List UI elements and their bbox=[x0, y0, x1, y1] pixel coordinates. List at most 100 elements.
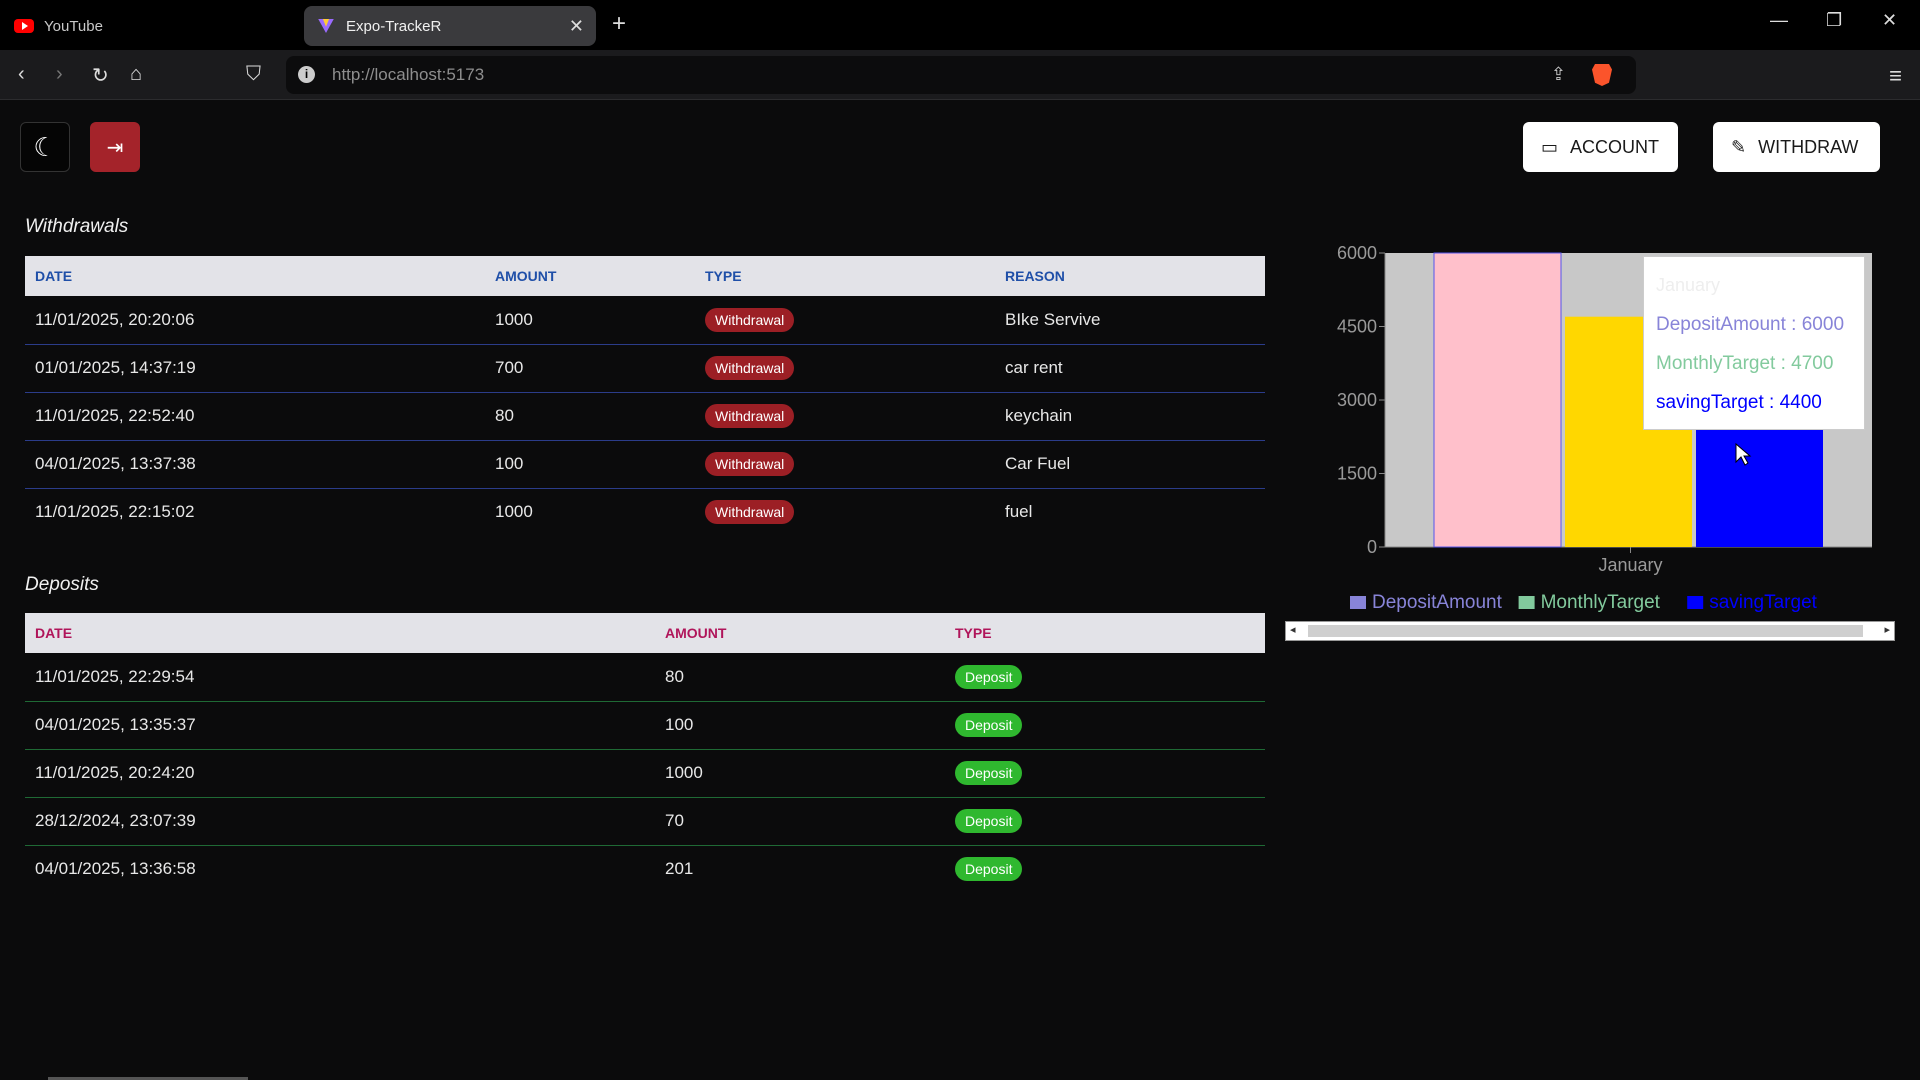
table-row: 04/01/2025, 13:35:37 100 Deposit bbox=[25, 701, 1265, 749]
withdrawal-badge: Withdrawal bbox=[705, 356, 795, 380]
share-icon[interactable]: ⇪ bbox=[1551, 64, 1566, 85]
tab-expo-tracker[interactable]: Expo-TrackeR ✕ bbox=[304, 6, 596, 46]
site-info-icon[interactable]: i bbox=[298, 66, 315, 83]
amount-cell: 100 bbox=[665, 715, 694, 734]
date-cell: 01/01/2025, 14:37:19 bbox=[35, 358, 196, 377]
amount-cell: 100 bbox=[495, 454, 524, 473]
withdrawal-badge: Withdrawal bbox=[705, 404, 795, 428]
table-header-row: DATE AMOUNT TYPE REASON bbox=[25, 256, 1265, 296]
chart-horizontal-scrollbar[interactable]: ◂ ▸ bbox=[1285, 621, 1895, 641]
brave-shields-icon[interactable] bbox=[1592, 64, 1612, 86]
tab-youtube[interactable]: YouTube bbox=[14, 6, 294, 46]
deposit-badge: Deposit bbox=[955, 857, 1023, 882]
date-cell: 11/01/2025, 22:15:02 bbox=[35, 502, 195, 522]
amount-cell: 1000 bbox=[495, 502, 533, 522]
tooltip-monthly: MonthlyTarget : 4700 bbox=[1656, 353, 1834, 374]
scroll-right-icon[interactable]: ▸ bbox=[1884, 623, 1890, 636]
reload-icon[interactable]: ↻ bbox=[92, 63, 109, 88]
withdrawal-badge: Withdrawal bbox=[705, 452, 795, 476]
date-cell: 11/01/2025, 20:20:06 bbox=[35, 309, 195, 329]
column-header: AMOUNT bbox=[495, 268, 557, 284]
tab-title: Expo-TrackeR bbox=[346, 17, 442, 35]
legend-label: savingTarget bbox=[1709, 592, 1817, 613]
column-header: DATE bbox=[35, 625, 73, 641]
table-header-row: DATE AMOUNT TYPE bbox=[25, 613, 1265, 653]
account-button[interactable]: ▭ ACCOUNT bbox=[1523, 122, 1678, 172]
legend-label: MonthlyTarget bbox=[1541, 592, 1661, 613]
youtube-icon bbox=[14, 19, 34, 33]
legend-swatch bbox=[1687, 596, 1704, 609]
date-cell: 04/01/2025, 13:35:37 bbox=[35, 715, 196, 734]
amount-cell: 700 bbox=[495, 358, 524, 377]
reason-cell: Car Fuel bbox=[1005, 454, 1071, 473]
deposit-badge: Deposit bbox=[955, 809, 1023, 833]
tab-title: YouTube bbox=[44, 17, 103, 35]
logout-icon: ⇥ bbox=[106, 136, 124, 159]
column-header: TYPE bbox=[955, 625, 992, 641]
address-bar[interactable]: i http://localhost:5173 ⇪ bbox=[286, 56, 1636, 94]
amount-cell: 201 bbox=[665, 859, 694, 879]
minimize-icon[interactable]: — bbox=[1770, 10, 1788, 31]
legend-swatch bbox=[1518, 596, 1535, 609]
deposits-table: DATE AMOUNT TYPE 11/01/2025, 22:29:54 80… bbox=[25, 613, 1265, 893]
bar-DepositAmount bbox=[1433, 252, 1562, 548]
type-cell: Withdrawal bbox=[695, 392, 995, 440]
table-row: 11/01/2025, 22:15:02 1000 Withdrawal fue… bbox=[25, 488, 1265, 536]
table-row: 11/01/2025, 20:20:06 1000 Withdrawal BIk… bbox=[25, 296, 1265, 344]
date-cell: 28/12/2024, 23:07:39 bbox=[35, 811, 196, 830]
logout-button[interactable]: ⇥ bbox=[90, 122, 140, 172]
tooltip-deposit: DepositAmount : 6000 bbox=[1656, 314, 1845, 335]
y-tick-label: 0 bbox=[1367, 537, 1377, 557]
table-row: 11/01/2025, 22:29:54 80 Deposit bbox=[25, 653, 1265, 701]
scrollbar-thumb[interactable] bbox=[1308, 625, 1863, 637]
menu-icon[interactable]: ≡ bbox=[1889, 63, 1902, 89]
date-cell: 04/01/2025, 13:36:58 bbox=[35, 859, 196, 879]
type-cell: Withdrawal bbox=[695, 488, 995, 536]
deposit-badge: Deposit bbox=[955, 713, 1023, 737]
reason-cell: keychain bbox=[1005, 406, 1073, 425]
account-label: ACCOUNT bbox=[1570, 136, 1660, 157]
browser-tab-bar: YouTube Expo-TrackeR ✕ + — ❐ ✕ bbox=[0, 0, 1920, 50]
amount-cell: 80 bbox=[665, 666, 684, 686]
amount-cell: 1000 bbox=[495, 309, 533, 329]
cash-icon: ✎ bbox=[1731, 136, 1747, 157]
url-text: http://localhost:5173 bbox=[332, 65, 485, 84]
column-header: DATE bbox=[35, 268, 73, 284]
table-row: 28/12/2024, 23:07:39 70 Deposit bbox=[25, 797, 1265, 845]
theme-toggle-button[interactable]: ☾ bbox=[20, 122, 70, 172]
forward-icon[interactable]: › bbox=[56, 63, 63, 86]
bookmark-icon[interactable]: ⛉ bbox=[246, 63, 261, 86]
y-tick-label: 6000 bbox=[1337, 243, 1377, 263]
chart-tooltip: January DepositAmount : 6000 MonthlyTarg… bbox=[1643, 256, 1865, 430]
type-cell: Withdrawal bbox=[695, 440, 995, 488]
type-cell: Deposit bbox=[945, 845, 1265, 893]
y-tick-label: 1500 bbox=[1337, 464, 1377, 484]
table-row: 04/01/2025, 13:37:38 100 Withdrawal Car … bbox=[25, 440, 1265, 488]
reason-cell: BIke Servive bbox=[1005, 309, 1101, 329]
new-tab-button[interactable]: + bbox=[612, 10, 626, 38]
withdraw-label: WITHDRAW bbox=[1758, 136, 1859, 157]
withdrawals-table: DATE AMOUNT TYPE REASON 11/01/2025, 20:2… bbox=[25, 256, 1265, 536]
y-tick-label: 4500 bbox=[1337, 317, 1377, 337]
home-icon[interactable]: ⌂ bbox=[130, 63, 142, 86]
type-cell: Withdrawal bbox=[695, 344, 995, 392]
close-tab-icon[interactable]: ✕ bbox=[569, 16, 584, 37]
date-cell: 11/01/2025, 22:52:40 bbox=[35, 406, 195, 425]
tooltip-title: January bbox=[1656, 275, 1721, 295]
back-icon[interactable]: ‹ bbox=[18, 63, 25, 86]
vite-icon bbox=[318, 19, 334, 33]
close-window-icon[interactable]: ✕ bbox=[1882, 10, 1897, 31]
scroll-left-icon[interactable]: ◂ bbox=[1290, 623, 1296, 636]
tooltip-saving: savingTarget : 4400 bbox=[1656, 392, 1822, 413]
amount-cell: 70 bbox=[665, 811, 684, 830]
column-header: AMOUNT bbox=[665, 625, 727, 641]
restore-icon[interactable]: ❐ bbox=[1826, 10, 1842, 31]
deposits-title: Deposits bbox=[25, 574, 99, 595]
withdraw-button[interactable]: ✎ WITHDRAW bbox=[1713, 122, 1880, 172]
y-tick-label: 3000 bbox=[1337, 390, 1377, 410]
table-row: 01/01/2025, 14:37:19 700 Withdrawal car … bbox=[25, 344, 1265, 392]
withdrawals-title: Withdrawals bbox=[25, 216, 129, 237]
deposit-badge: Deposit bbox=[955, 664, 1023, 689]
amount-cell: 1000 bbox=[665, 763, 703, 782]
wallet-icon: ▭ bbox=[1541, 136, 1559, 157]
